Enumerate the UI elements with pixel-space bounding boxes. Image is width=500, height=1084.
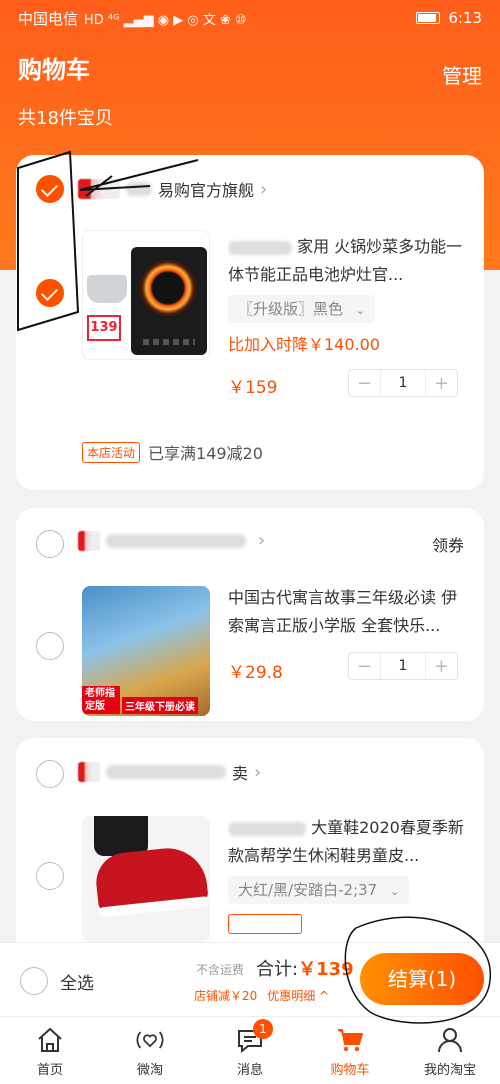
pot-illustration <box>87 275 127 303</box>
redacted-text <box>106 533 246 548</box>
thumb-banner <box>83 231 209 243</box>
shop-checkbox[interactable] <box>36 175 64 203</box>
cooker-illustration <box>131 247 207 355</box>
chevron-right-icon: › <box>258 530 266 551</box>
chevron-down-icon: ⌄ <box>390 885 400 898</box>
tab-weitao[interactable]: 微淘 <box>100 1017 200 1084</box>
total-label: 合计: <box>256 959 299 980</box>
thumb-label: 老师指定版 <box>82 686 120 714</box>
promo-badge: 本店活动 <box>82 441 141 463</box>
product-price: ￥29.8 <box>228 663 283 683</box>
shop-header[interactable]: 卖 › <box>78 760 261 784</box>
tab-my-taobao[interactable]: 我的淘宝 <box>400 1017 500 1084</box>
tab-label: 我的淘宝 <box>423 1063 476 1078</box>
quantity-stepper[interactable]: − 1 + <box>348 652 458 680</box>
carrier-label: 中国电信 <box>18 9 79 28</box>
product-image[interactable] <box>82 816 210 942</box>
discount-detail-link[interactable]: 优惠明细 ^ <box>267 987 329 1004</box>
bottom-tab-bar: 首页 微淘 1 消息 购物车 我的淘宝 <box>0 1016 500 1084</box>
redacted-text <box>228 821 306 836</box>
tab-label: 消息 <box>236 1063 263 1078</box>
message-icon: 1 <box>235 1019 273 1055</box>
coupon-button[interactable]: 领券 <box>432 532 464 556</box>
tab-label: 购物车 <box>330 1063 370 1078</box>
product-title[interactable]: 家用 火锅炒菜多功能一体节能正品电池炉灶官... <box>228 233 468 289</box>
thumb-label: 三年级下册必读 <box>122 697 198 714</box>
quantity-value[interactable]: 1 <box>380 370 426 396</box>
shop-name: 卖 <box>232 764 249 783</box>
shop-name: 易购官方旗舰 <box>158 181 255 200</box>
shop-promo: 本店活动 已享满149减20 <box>82 440 263 464</box>
battery-icon <box>416 12 441 24</box>
quantity-stepper[interactable]: − 1 + <box>348 369 458 397</box>
redacted-text <box>228 240 292 255</box>
tab-home[interactable]: 首页 <box>0 1017 100 1084</box>
checkout-bar: 全选 不含运费 合计:￥139 店铺减￥20 优惠明细 ^ 结算(1) <box>0 942 500 1016</box>
tab-label: 首页 <box>36 1063 63 1078</box>
product-title[interactable]: 大童鞋2020春夏季新款高帮学生休闲鞋男童皮... <box>228 814 468 870</box>
select-all[interactable]: 全选 <box>20 967 94 995</box>
tab-messages[interactable]: 1 消息 <box>200 1017 300 1084</box>
no-shipping-note: 不含运费 <box>196 963 245 977</box>
thumb-price-tag: 139 <box>87 315 121 341</box>
shop-header[interactable]: › <box>78 530 265 551</box>
item-checkbox[interactable] <box>36 279 64 307</box>
chevron-down-icon: ⌄ <box>355 304 366 317</box>
status-indicators: HD ⁴ᴳ ▂▄▆ ◉ ▶ ◎ 文 ❀ ⑩ <box>84 12 247 28</box>
cart-icon <box>335 1025 365 1055</box>
chevron-right-icon: › <box>260 178 268 200</box>
discount-row: 店铺减￥20 优惠明细 ^ <box>194 987 329 1004</box>
tab-cart[interactable]: 购物车 <box>300 1017 400 1084</box>
redacted-text <box>106 765 226 779</box>
shop-card: › 领券 老师指定版 三年级下册必读 中国古代寓言故事三年级必读 伊索寓言正版小… <box>16 508 484 721</box>
page-title: 购物车 <box>18 56 90 84</box>
item-count: 共18件宝贝 <box>18 108 113 129</box>
item-checkbox[interactable] <box>36 632 64 660</box>
product-title[interactable]: 中国古代寓言故事三年级必读 伊索寓言正版小学版 全套快乐... <box>228 584 468 640</box>
promo-text: 已享满149减20 <box>148 444 263 463</box>
decrease-button[interactable]: − <box>349 656 380 677</box>
shop-discount: 店铺减￥20 <box>194 989 258 1003</box>
checkout-button[interactable]: 结算(1) <box>360 953 484 1005</box>
total-value: ￥139 <box>298 959 354 980</box>
clock: 6:13 <box>448 9 482 27</box>
product-price: ￥159 <box>228 378 278 398</box>
decrease-button[interactable]: − <box>349 373 380 394</box>
increase-button[interactable]: + <box>426 373 457 394</box>
shop-logo <box>78 179 120 199</box>
select-all-checkbox[interactable] <box>20 967 48 995</box>
chevron-right-icon: › <box>254 761 262 783</box>
shop-header[interactable]: 易购官方旗舰 › <box>78 177 267 201</box>
shop-logo <box>78 530 100 551</box>
home-icon <box>35 1025 65 1055</box>
item-checkbox[interactable] <box>36 862 64 890</box>
quantity-value[interactable]: 1 <box>380 653 426 679</box>
select-all-label: 全选 <box>60 973 94 994</box>
shop-checkbox[interactable] <box>36 760 64 788</box>
redacted-badge <box>228 914 302 934</box>
shop-checkbox[interactable] <box>36 530 64 558</box>
product-image[interactable]: 老师指定版 三年级下册必读 <box>82 586 210 716</box>
product-image[interactable]: 139 <box>82 230 210 360</box>
manage-button[interactable]: 管理 <box>442 60 482 89</box>
sku-text: 〖升级版〗黑色 <box>238 300 344 318</box>
shop-logo <box>78 762 100 782</box>
sku-selector[interactable]: 大红/黑/安踏白-2;37 ⌄ <box>228 876 410 904</box>
heart-signal-icon <box>135 1025 165 1055</box>
redacted-text <box>126 182 152 196</box>
total: 合计:￥139 <box>256 955 354 981</box>
user-icon <box>435 1025 465 1055</box>
price-drop-note: 比加入时降￥140.00 <box>228 335 380 354</box>
message-badge: 1 <box>253 1019 273 1039</box>
increase-button[interactable]: + <box>426 656 457 677</box>
sku-selector[interactable]: 〖升级版〗黑色 ⌄ <box>228 295 376 323</box>
shop-card: 易购官方旗舰 › 139 家用 火锅炒菜多功能一体节能正品电池炉灶官... 〖升… <box>16 155 484 490</box>
status-bar: 中国电信 HD ⁴ᴳ ▂▄▆ ◉ ▶ ◎ 文 ❀ ⑩ 6:13 <box>0 0 500 36</box>
sku-text: 大红/黑/安踏白-2;37 <box>238 881 378 899</box>
tab-label: 微淘 <box>136 1063 163 1078</box>
